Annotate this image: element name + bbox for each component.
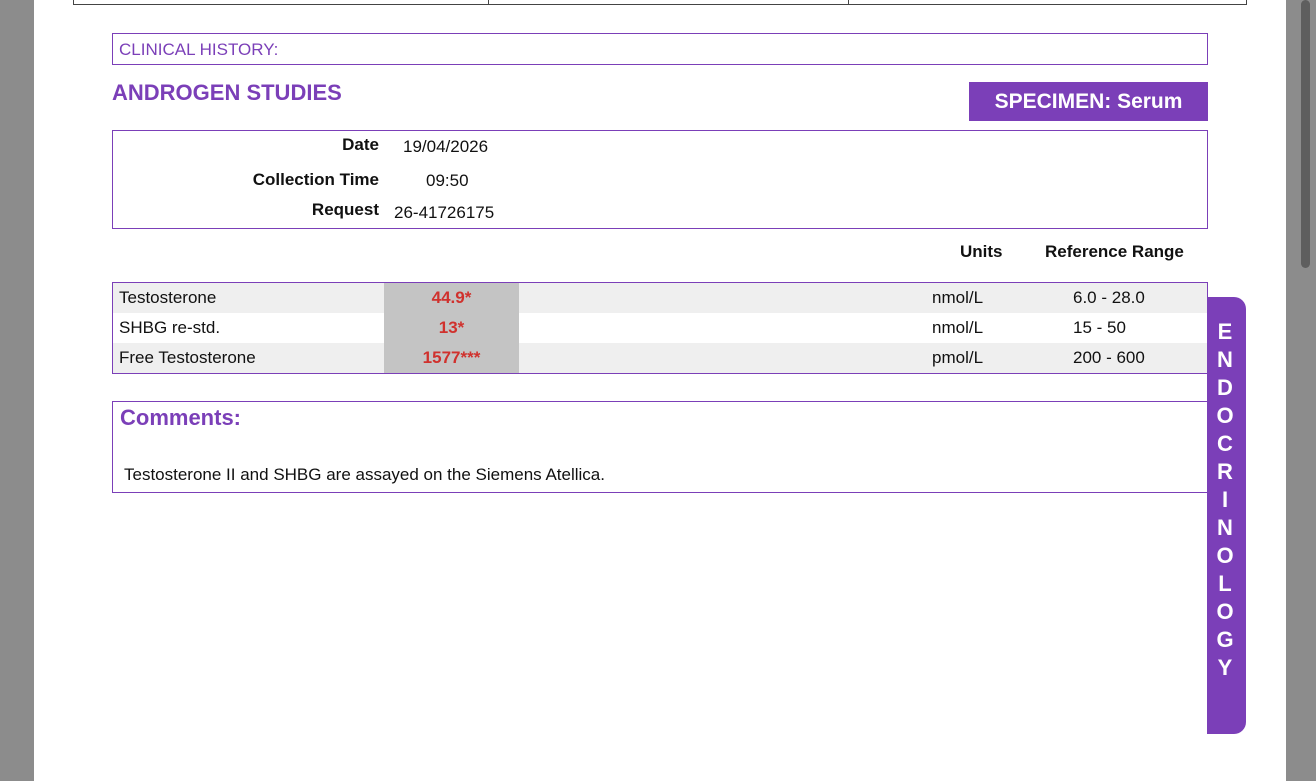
test-units: pmol/L [932,348,984,367]
table-row: SHBG re-std. 13* nmol/L 15 - 50 [113,313,1207,343]
table-row: Testosterone 44.9* nmol/L 6.0 - 28.0 [113,283,1207,313]
side-tab-letter: O [1216,543,1234,568]
comments-title: Comments: [120,405,242,430]
test-range: 200 - 600 [1073,348,1145,367]
test-units: nmol/L [932,288,984,307]
test-result: 13* [438,318,465,337]
side-tab-letter: N [1217,515,1233,540]
side-tab-letter: D [1217,375,1233,400]
side-tab-letter: O [1216,599,1234,624]
test-result: 44.9* [431,288,472,307]
test-result: 1577*** [422,348,481,367]
side-tab-letter: C [1217,431,1233,456]
request-info-box: Date 19/04/2026 Collection Time 09:50 Re… [112,130,1208,229]
test-name: Free Testosterone [119,348,256,367]
request-value: 26-41726175 [394,203,495,222]
units-header: Units [960,242,1003,261]
test-name: Testosterone [119,288,217,307]
table-row: Free Testosterone 1577*** pmol/L 200 - 6… [113,343,1207,373]
table-column-divider [848,0,849,4]
collection-time-label: Collection Time [252,170,379,189]
side-tab-letter: R [1217,459,1233,484]
test-name: SHBG re-std. [119,318,221,337]
table-column-divider [488,0,489,4]
side-tab-letter: Y [1217,655,1233,680]
collection-time-value: 09:50 [426,171,469,190]
side-tab-letter: N [1217,347,1233,372]
reference-range-header: Reference Range [1045,242,1184,261]
side-tab-letter: O [1216,403,1234,428]
section-title: ANDROGEN STUDIES [112,80,342,105]
date-label: Date [342,135,379,154]
side-tab-letter: I [1221,487,1229,512]
endocrinology-tab: E N D O C R I N O L O G Y [1207,297,1246,734]
comments-box: Comments: Testosterone II and SHBG are a… [112,401,1208,493]
scrollbar-thumb[interactable] [1301,0,1310,268]
request-label: Request [311,200,379,219]
comments-text: Testosterone II and SHBG are assayed on … [124,465,605,484]
clinical-history-label: CLINICAL HISTORY: [119,40,279,59]
side-tab-letter: G [1216,627,1234,652]
date-value: 19/04/2026 [403,137,489,156]
test-range: 6.0 - 28.0 [1073,288,1145,307]
test-units: nmol/L [932,318,984,337]
specimen-badge: SPECIMEN: Serum [969,82,1208,121]
clinical-history-box: CLINICAL HISTORY: [112,33,1208,65]
test-range: 15 - 50 [1073,318,1126,337]
side-tab-letter: E [1217,319,1233,344]
side-tab-letter: L [1218,571,1232,596]
previous-table-bottom [73,0,1247,5]
results-table: Testosterone 44.9* nmol/L 6.0 - 28.0 SHB… [112,282,1208,374]
